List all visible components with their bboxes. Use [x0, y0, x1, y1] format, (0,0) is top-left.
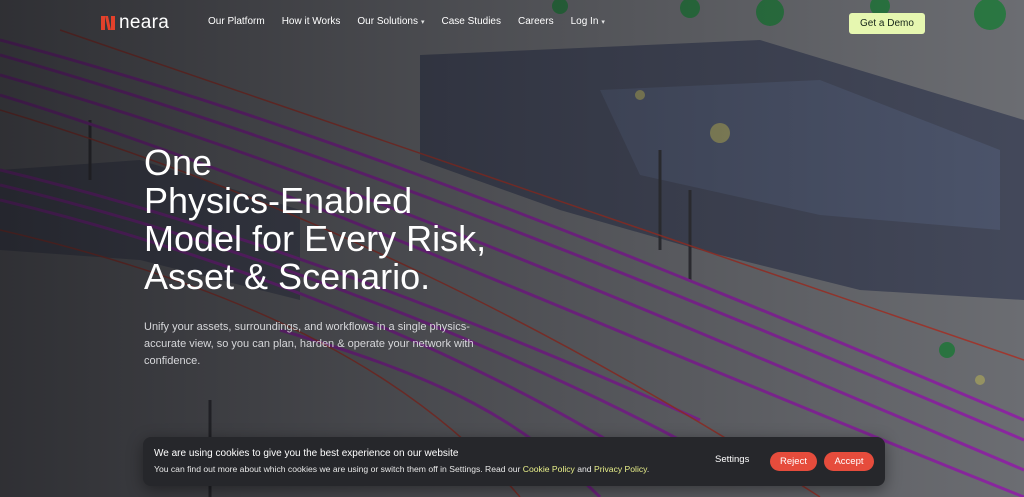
top-navigation: neara Our Platform How it Works Our Solu…: [0, 0, 1024, 46]
cookie-accept-button[interactable]: Accept: [824, 452, 874, 471]
nav-case-studies[interactable]: Case Studies: [442, 16, 501, 27]
cookie-title: We are using cookies to give you the bes…: [154, 448, 459, 459]
hero-subtext: Unify your assets, surroundings, and wor…: [144, 321, 474, 367]
cookie-settings-button[interactable]: Settings: [715, 454, 749, 465]
headline-line: Model for Every Risk,: [144, 218, 487, 259]
neara-logo-icon: [101, 16, 115, 30]
nav-our-solutions[interactable]: Our Solutions ▾: [357, 16, 424, 27]
nav-log-in[interactable]: Log In ▾: [571, 16, 605, 27]
nav-label: How it Works: [281, 16, 341, 27]
cookie-text-period: .: [646, 464, 650, 474]
chevron-down-icon: ▾: [421, 18, 425, 26]
headline-line: One: [144, 142, 213, 183]
cookie-banner: We are using cookies to give you the bes…: [143, 437, 885, 486]
privacy-policy-link[interactable]: Privacy Policy: [594, 464, 647, 474]
nav-our-platform[interactable]: Our Platform: [208, 16, 265, 27]
get-a-demo-button[interactable]: Get a Demo: [849, 13, 925, 34]
cookie-reject-button[interactable]: Reject: [770, 452, 817, 471]
nav-menu: Our Platform How it Works Our Solutions ▾…: [208, 16, 622, 27]
nav-label: Our Solutions: [357, 16, 418, 27]
chevron-down-icon: ▾: [601, 18, 605, 26]
nav-label: Our Platform: [208, 16, 265, 27]
nav-label: Log In: [570, 16, 599, 27]
nav-careers[interactable]: Careers: [518, 16, 554, 27]
brand-name: neara: [119, 12, 170, 33]
nav-how-it-works[interactable]: How it Works: [282, 16, 341, 27]
nav-label: Case Studies: [441, 16, 501, 27]
cookie-text-prefix: You can find out more about which cookie…: [154, 464, 523, 474]
cookie-description: You can find out more about which cookie…: [154, 464, 649, 474]
cookie-text-and: and: [574, 464, 594, 474]
cookie-policy-link[interactable]: Cookie Policy: [523, 464, 575, 474]
hero-headline: One Physics-Enabled Model for Every Risk…: [144, 144, 564, 296]
nav-label: Careers: [518, 16, 554, 27]
headline-line: Asset & Scenario.: [144, 256, 431, 297]
brand-logo[interactable]: neara: [101, 12, 169, 34]
headline-line: Physics-Enabled: [144, 180, 413, 221]
